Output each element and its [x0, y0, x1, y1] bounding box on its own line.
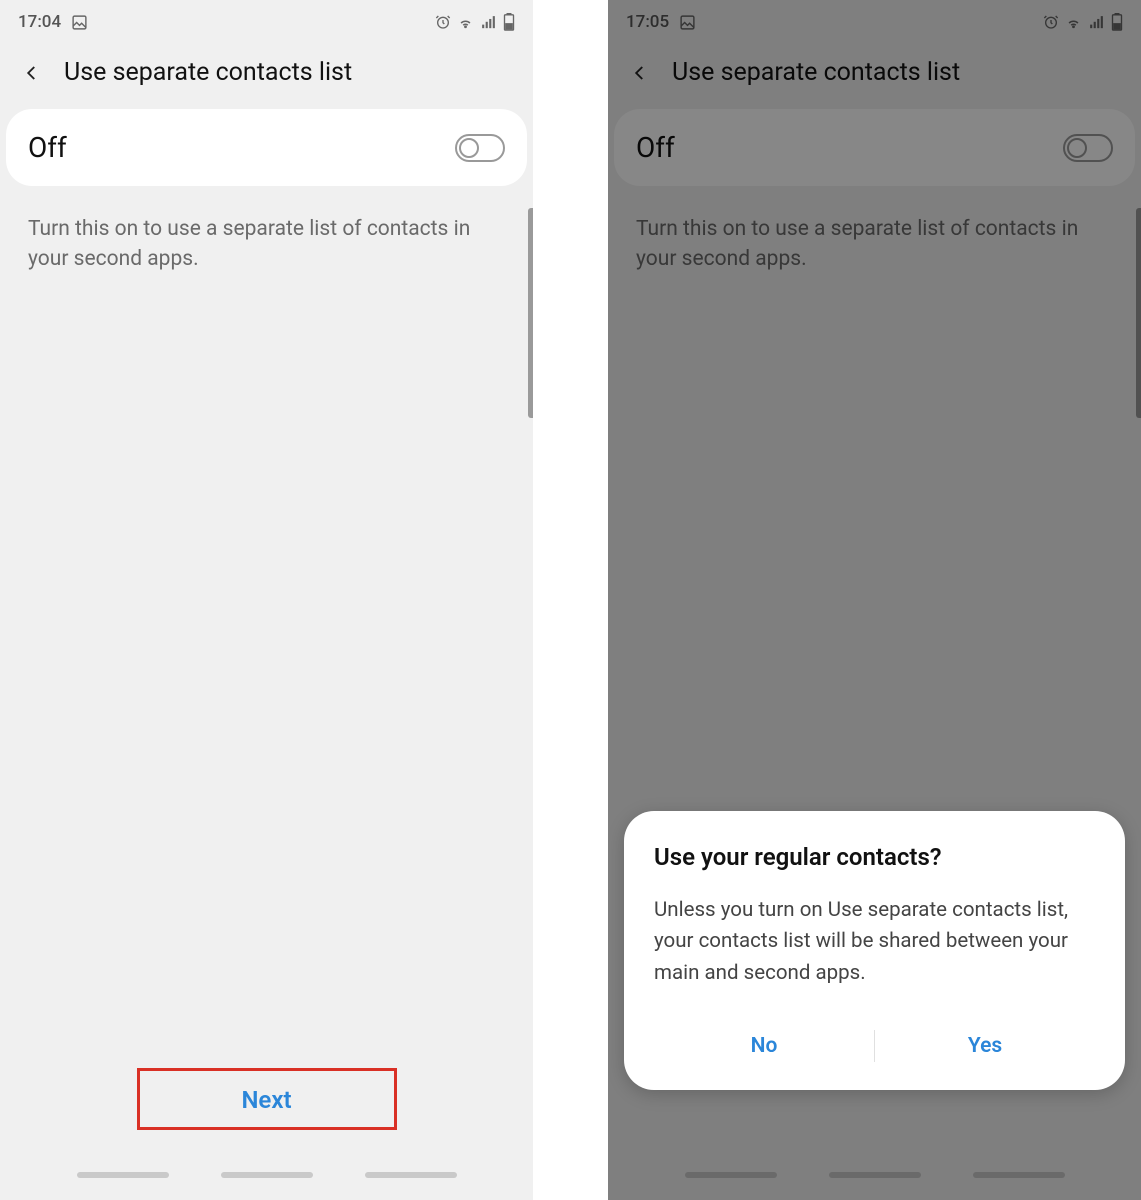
battery-icon — [503, 13, 515, 31]
dialog-yes-button[interactable]: Yes — [875, 1020, 1095, 1072]
wifi-icon — [1065, 14, 1082, 31]
status-bar: 17:04 — [0, 0, 533, 44]
scrollbar[interactable] — [1136, 208, 1141, 418]
back-button[interactable] — [20, 61, 44, 85]
status-time: 17:04 — [18, 12, 61, 32]
image-icon — [71, 14, 88, 31]
chevron-left-icon — [631, 64, 649, 82]
wifi-icon — [457, 14, 474, 31]
back-button[interactable] — [628, 61, 652, 85]
nav-back[interactable] — [365, 1172, 457, 1178]
nav-recent[interactable] — [77, 1172, 169, 1178]
signal-icon — [1088, 14, 1105, 31]
image-icon — [679, 14, 696, 31]
screen-left: 17:04 Use separate contacts list Off Tur… — [0, 0, 533, 1200]
battery-icon — [1111, 13, 1123, 31]
toggle-card[interactable]: Off — [6, 109, 527, 186]
toggle-knob — [1067, 138, 1087, 158]
alarm-icon — [435, 14, 451, 30]
app-bar: Use separate contacts list — [0, 44, 533, 109]
page-title: Use separate contacts list — [64, 58, 352, 87]
status-time: 17:05 — [626, 12, 669, 32]
alarm-icon — [1043, 14, 1059, 30]
toggle-switch[interactable] — [1063, 134, 1113, 162]
dialog-body: Unless you turn on Use separate contacts… — [654, 895, 1095, 990]
nav-home[interactable] — [221, 1172, 313, 1178]
toggle-knob — [459, 138, 479, 158]
next-button[interactable]: Next — [241, 1086, 291, 1114]
screenshot-gap — [533, 0, 608, 1200]
scrollbar[interactable] — [528, 208, 533, 418]
toggle-switch[interactable] — [455, 134, 505, 162]
nav-bar — [608, 1172, 1141, 1178]
toggle-card[interactable]: Off — [614, 109, 1135, 186]
nav-bar — [0, 1172, 533, 1178]
screen-right: 17:05 Use separate contacts list Off Tur… — [608, 0, 1141, 1200]
page-title: Use separate contacts list — [672, 58, 960, 87]
nav-back[interactable] — [973, 1172, 1065, 1178]
dialog-actions: No Yes — [654, 1020, 1095, 1072]
app-bar: Use separate contacts list — [608, 44, 1141, 109]
signal-icon — [480, 14, 497, 31]
confirm-dialog: Use your regular contacts? Unless you tu… — [624, 811, 1125, 1090]
nav-home[interactable] — [829, 1172, 921, 1178]
status-bar: 17:05 — [608, 0, 1141, 44]
chevron-left-icon — [23, 64, 41, 82]
toggle-label: Off — [28, 131, 67, 164]
nav-recent[interactable] — [685, 1172, 777, 1178]
dialog-no-button[interactable]: No — [654, 1020, 874, 1072]
description-text: Turn this on to use a separate list of c… — [0, 186, 533, 275]
dialog-title: Use your regular contacts? — [654, 843, 1095, 871]
description-text: Turn this on to use a separate list of c… — [608, 186, 1141, 275]
toggle-label: Off — [636, 131, 675, 164]
